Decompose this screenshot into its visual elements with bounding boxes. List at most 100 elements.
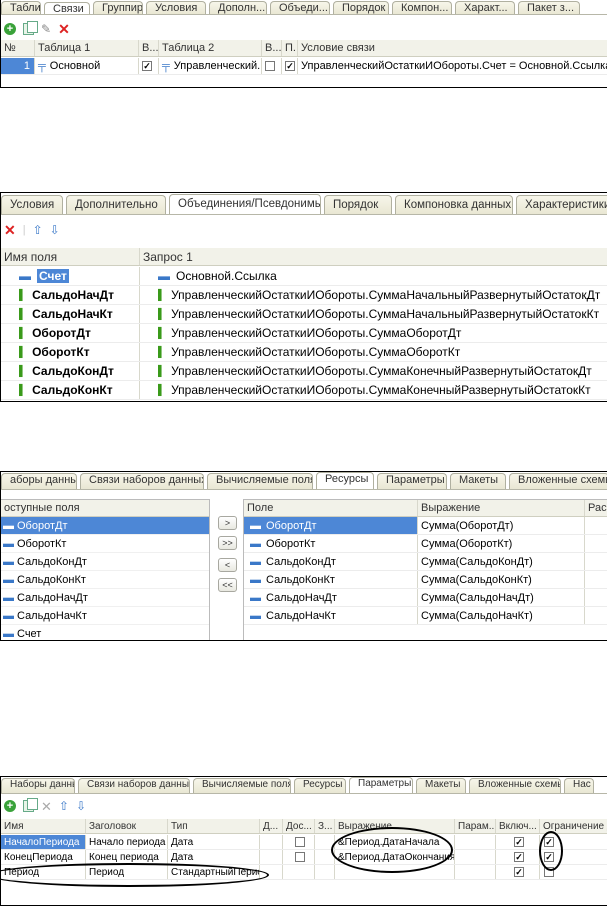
move-down-icon[interactable]: ⇩	[76, 800, 86, 812]
cell-expression[interactable]: Сумма(СальдоНачКт)	[418, 607, 585, 624]
table-row[interactable]: ▬ ОборотДт Сумма(ОборотДт)	[244, 517, 607, 535]
cell-field-name[interactable]: ▌ СальдоНачКт	[1, 305, 140, 323]
tab-resources[interactable]: Ресурсы	[294, 778, 346, 793]
cell-table1[interactable]: ╤ Основной	[35, 58, 139, 74]
table-row[interactable]: ▬ СальдоНачДт Сумма(СальдоНачДт)	[244, 589, 607, 607]
include-checkbox[interactable]: ✓	[514, 852, 524, 862]
cell-field-name[interactable]: ▬ Счет	[1, 267, 140, 285]
cell-query-expression[interactable]: ▬ Основной.Ссылка	[140, 267, 607, 285]
col-field[interactable]: Поле	[244, 500, 418, 516]
tab-dataset-links[interactable]: Связи наборов данных	[80, 473, 204, 489]
cell-field-name[interactable]: ▌ ОборотДт	[1, 324, 140, 342]
cell-name[interactable]: НачалоПериода	[1, 835, 86, 849]
cell-field[interactable]: ▬ СальдоКонДт	[244, 553, 418, 570]
cell-title[interactable]: Начало периода	[86, 835, 168, 849]
table-row[interactable]: ▌ ОборотКт ▌ УправленческийОстаткиИОбороты.…	[1, 343, 607, 362]
tab-layouts[interactable]: Макеты	[416, 778, 466, 793]
tab-data-composition[interactable]: Компоновка данных	[395, 195, 513, 214]
tab-calculated-fields[interactable]: Вычисляемые поля	[207, 473, 313, 489]
cell-field[interactable]: ▬ ОборотДт	[244, 517, 418, 534]
tab-settings[interactable]: Нас	[564, 778, 594, 793]
cell-calc[interactable]	[585, 517, 607, 534]
cell-param[interactable]	[455, 850, 496, 864]
cell-query-expression[interactable]: ▌ УправленческийОстаткиИОбороты.СуммаНача…	[140, 305, 607, 323]
tab-dataset-links[interactable]: Связи наборов данных	[78, 778, 190, 793]
cell-all1[interactable]: ✓	[139, 58, 159, 74]
cell-d[interactable]	[260, 850, 283, 864]
cell-field-name[interactable]: ▌ СальдоКонКт	[1, 381, 140, 399]
cell-field[interactable]: ▬ СальдоНачДт	[244, 589, 418, 606]
cell-calc[interactable]	[585, 589, 607, 606]
move-all-right-button[interactable]: >>	[218, 536, 237, 550]
cell-d[interactable]	[260, 835, 283, 849]
cell-include[interactable]: ✓	[496, 835, 540, 849]
table-row[interactable]: ▬ ОборотКт Сумма(ОборотКт)	[244, 535, 607, 553]
tab-unions-aliases[interactable]: Объединения/Псевдонимы	[169, 194, 321, 214]
cell-expression[interactable]: Сумма(СальдоНачДт)	[418, 589, 585, 606]
move-up-icon[interactable]: ⇧	[33, 224, 43, 236]
add-icon[interactable]: +	[4, 23, 16, 35]
list-item[interactable]: ▬ ОборотКт	[1, 535, 209, 553]
cell-param[interactable]	[455, 835, 496, 849]
table-row[interactable]: ▌ СальдоНачКт ▌ УправленческийОстаткиИОборо…	[1, 305, 607, 324]
col-z[interactable]: З...	[315, 819, 335, 833]
move-right-button[interactable]: >	[218, 516, 237, 530]
col-title[interactable]: Заголовок	[86, 819, 168, 833]
delete-icon[interactable]: ✕	[58, 22, 70, 36]
cell-calc[interactable]	[585, 553, 607, 570]
col-all2[interactable]: В...	[262, 40, 282, 56]
table-row[interactable]: ▬ СальдоНачКт Сумма(СальдоНачКт)	[244, 607, 607, 625]
cell-condition[interactable]: УправленческийОстаткиИОбороты.Счет = Осн…	[298, 58, 607, 74]
tab-calculated-fields[interactable]: Вычисляемые поля	[193, 778, 291, 793]
checkbox-unchecked[interactable]	[265, 61, 275, 71]
tab-unions[interactable]: Объеди...	[270, 1, 330, 14]
cell-calc[interactable]	[585, 607, 607, 624]
cell-type[interactable]: Дата	[168, 850, 260, 864]
cell-query-expression[interactable]: ▌ УправленческийОстаткиИОбороты.СуммаКоне…	[140, 362, 607, 380]
tab-conditions[interactable]: Условия	[1, 195, 63, 214]
list-item[interactable]: ▬ Счет	[1, 625, 209, 640]
table-row[interactable]: ▌ ОборотДт ▌ УправленческийОстаткиИОбороты.…	[1, 324, 607, 343]
cell-field-name[interactable]: ▌ СальдоКонДт	[1, 362, 140, 380]
tab-links[interactable]: Связи	[44, 2, 90, 14]
col-d[interactable]: Д...	[260, 819, 283, 833]
col-type[interactable]: Тип	[168, 819, 260, 833]
cell-name[interactable]: КонецПериода	[1, 850, 86, 864]
cell-type[interactable]: Дата	[168, 835, 260, 849]
cell-include[interactable]: ✓	[496, 850, 540, 864]
table-row[interactable]: НачалоПериода Начало периода Дата &Период.Д…	[1, 835, 607, 850]
tab-characteristics[interactable]: Характеристики	[516, 195, 607, 214]
cell-query-expression[interactable]: ▌ УправленческийОстаткиИОбороты.СуммаНача…	[140, 286, 607, 304]
cell-z[interactable]	[315, 865, 335, 879]
cell-include[interactable]: ✓	[496, 865, 540, 879]
cell-expression[interactable]: Сумма(ОборотДт)	[418, 517, 585, 534]
cell-title[interactable]: Конец периода	[86, 850, 168, 864]
copy-icon[interactable]	[23, 21, 38, 35]
cell-access[interactable]	[283, 850, 315, 864]
access-checkbox[interactable]	[295, 837, 305, 847]
tab-layouts[interactable]: Макеты	[450, 473, 506, 489]
tab-composition[interactable]: Компон...	[392, 1, 452, 14]
col-table1[interactable]: Таблица 1	[35, 40, 139, 56]
col-name[interactable]: Имя	[1, 819, 86, 833]
col-table2[interactable]: Таблица 2	[159, 40, 262, 56]
list-item[interactable]: ▬ ОборотДт	[1, 517, 209, 535]
cell-table2[interactable]: ╤ Управленческий...	[159, 58, 262, 74]
cell-query-expression[interactable]: ▌ УправленческийОстаткиИОбороты.СуммаКоне…	[140, 381, 607, 399]
cell-field[interactable]: ▬ ОборотКт	[244, 535, 418, 552]
col-condition[interactable]: Условие связи	[298, 40, 607, 56]
checkbox-checked[interactable]: ✓	[285, 61, 295, 71]
move-up-icon[interactable]: ⇧	[59, 800, 69, 812]
col-required[interactable]: П...	[282, 40, 298, 56]
cell-expression[interactable]: Сумма(СальдоКонКт)	[418, 571, 585, 588]
cell-calc[interactable]	[585, 571, 607, 588]
table-row[interactable]: ▌ СальдоНачДт ▌ УправленческийОстаткиИОборо…	[1, 286, 607, 305]
tab-datasets[interactable]: Наборы данных	[1, 778, 75, 793]
cell-required[interactable]: ✓	[282, 58, 298, 74]
tab-grouping[interactable]: Группир...	[93, 1, 143, 14]
resources-table[interactable]: Поле Выражение Расс ▬ ОборотДт Сумма(Оборо…	[243, 499, 607, 640]
col-param[interactable]: Парам...	[455, 819, 496, 833]
cell-field-name[interactable]: ▌ СальдоНачДт	[1, 286, 140, 304]
tab-order[interactable]: Порядок	[333, 1, 389, 14]
table-row[interactable]: 1 ╤ Основной ✓ ╤ Управленческий... ✓ Управ…	[1, 58, 607, 75]
